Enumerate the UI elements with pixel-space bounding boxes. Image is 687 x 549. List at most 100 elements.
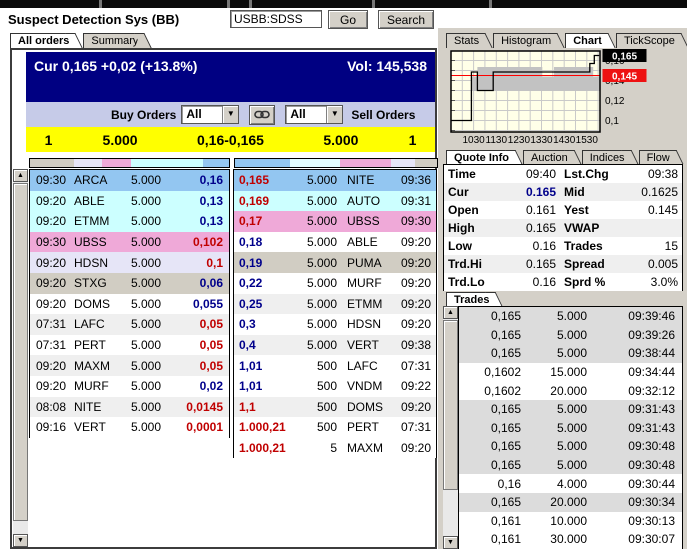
trades-scrollbar[interactable]: ▲ ▼: [443, 306, 458, 549]
svg-text:1130: 1130: [486, 135, 508, 146]
order-price: 0,055: [192, 296, 223, 311]
order-venue: AUTO: [347, 193, 381, 208]
buy-order-row[interactable]: 08:08 NITE 5.000 0,0145: [30, 396, 229, 418]
order-venue: MAXM: [347, 441, 383, 456]
trade-row[interactable]: 0,1602 20.000 09:32:12: [459, 381, 682, 400]
trade-row[interactable]: 0,165 5.000 09:30:48: [459, 455, 682, 475]
strip-divider: [489, 0, 492, 8]
trade-row[interactable]: 0,1602 15.000 09:34:44: [459, 362, 682, 382]
buy-order-row[interactable]: 09:20 HDSN 5.000 0,1: [30, 252, 229, 273]
quote-tab[interactable]: Flow: [638, 150, 674, 164]
order-price: 0,165: [239, 173, 270, 188]
buy-order-row[interactable]: 09:20 DOMS 5.000 0,055: [30, 293, 229, 315]
sell-order-row[interactable]: 1.000,21 500 PERT 07:31: [234, 417, 436, 438]
sell-order-row[interactable]: 0,19 5.000 PUMA 09:20: [234, 252, 436, 273]
sell-order-row[interactable]: 1.000,21 5 MAXM 09:20: [234, 437, 436, 459]
analysis-tab[interactable]: Histogram: [493, 33, 556, 48]
buy-order-row[interactable]: 09:20 MURF 5.000 0,02: [30, 375, 229, 397]
sell-order-row[interactable]: 0,165 5.000 NITE 09:36: [234, 170, 436, 191]
legend-segment: [203, 159, 229, 167]
scrollbar-thumb[interactable]: [13, 183, 28, 521]
legend-segment: [235, 159, 290, 167]
sell-order-row[interactable]: 0,22 5.000 MURF 09:20: [234, 272, 436, 294]
svg-text:1530: 1530: [576, 135, 599, 146]
buy-order-row[interactable]: 09:20 MAXM 5.000 0,05: [30, 355, 229, 376]
sell-order-row[interactable]: 0,17 5.000 UBSS 09:30: [234, 211, 436, 232]
link-orders-button[interactable]: [249, 104, 276, 125]
buy-order-row[interactable]: 09:20 STXG 5.000 0,06: [30, 272, 229, 294]
trade-row[interactable]: 0,161 30.000 09:30:07: [459, 530, 682, 549]
trade-row[interactable]: 0,16 4.000 09:30:44: [459, 474, 682, 493]
analysis-tab[interactable]: Stats: [446, 33, 484, 48]
order-size: 5.000: [306, 338, 337, 353]
sell-order-row[interactable]: 1,01 500 VNDM 09:22: [234, 375, 436, 397]
orderbook-tab[interactable]: All orders: [10, 33, 74, 48]
order-price: 0,05: [199, 317, 223, 332]
search-button[interactable]: Search: [378, 10, 434, 29]
sell-depth-legend: [234, 158, 438, 168]
buy-order-row[interactable]: 07:31 PERT 5.000 0,05: [30, 334, 229, 356]
go-button[interactable]: Go: [328, 10, 368, 29]
order-size: 500: [316, 420, 337, 435]
trade-size: 10.000: [550, 513, 587, 528]
trade-price: 0,165: [490, 495, 521, 510]
buy-order-row[interactable]: 09:30 ARCA 5.000 0,16: [30, 170, 229, 191]
sell-order-row[interactable]: 0,3 5.000 HDSN 09:20: [234, 314, 436, 335]
orderbook-tab[interactable]: Summary: [83, 33, 143, 48]
trade-row[interactable]: 0,161 10.000 09:30:13: [459, 511, 682, 531]
sell-order-row[interactable]: 1,01 500 LAFC 07:31: [234, 355, 436, 376]
chevron-down-icon[interactable]: ▼: [222, 106, 239, 123]
buy-filter-dropdown[interactable]: All ▼: [181, 105, 240, 124]
orderbook-scrollbar[interactable]: ▲ ▼: [13, 169, 28, 547]
quote-tab[interactable]: Quote Info: [446, 150, 513, 164]
sell-order-row[interactable]: 0,169 5.000 AUTO 09:31: [234, 190, 436, 212]
buy-order-row[interactable]: 09:20 ETMM 5.000 0,13: [30, 211, 229, 232]
trade-row[interactable]: 0,165 5.000 09:38:44: [459, 344, 682, 363]
scroll-up-button[interactable]: ▲: [13, 169, 28, 182]
scroll-up-button[interactable]: ▲: [443, 306, 458, 319]
order-price: 0,13: [199, 193, 223, 208]
sell-order-row[interactable]: 0,25 5.000 ETMM 09:20: [234, 293, 436, 315]
trade-time: 09:30:48: [628, 458, 675, 473]
sell-order-row[interactable]: 1,1 500 DOMS 09:20: [234, 396, 436, 418]
scroll-down-button[interactable]: ▼: [443, 536, 458, 549]
trade-price: 0,165: [490, 309, 521, 324]
order-size: 5.000: [130, 255, 161, 270]
symbol-input[interactable]: [230, 10, 322, 28]
trade-row[interactable]: 0,165 5.000 09:39:26: [459, 325, 682, 345]
analysis-tab[interactable]: Chart: [565, 33, 606, 48]
sell-orders-label: Sell Orders: [351, 107, 416, 122]
trade-row[interactable]: 0,165 5.000 09:39:46: [459, 307, 682, 326]
trade-row[interactable]: 0,165 5.000 09:31:43: [459, 399, 682, 419]
trade-row[interactable]: 0,165 5.000 09:31:43: [459, 418, 682, 438]
sell-order-row[interactable]: 0,4 5.000 VERT 09:38: [234, 334, 436, 356]
trade-row[interactable]: 0,165 20.000 09:30:34: [459, 492, 682, 512]
buy-order-row[interactable]: 09:16 VERT 5.000 0,0001: [30, 417, 229, 438]
order-venue: NITE: [347, 173, 375, 188]
sell-order-row[interactable]: 0,18 5.000 ABLE 09:20: [234, 231, 436, 253]
quote-header: Cur 0,165 +0,02 (+13.8%) Vol: 145,538: [26, 52, 435, 102]
buy-order-row[interactable]: 09:20 ABLE 5.000 0,13: [30, 190, 229, 212]
trade-row[interactable]: 0,165 5.000 09:30:48: [459, 437, 682, 456]
analysis-tab[interactable]: TickScope: [615, 33, 679, 48]
scroll-down-button[interactable]: ▼: [13, 534, 28, 547]
trade-time: 09:31:43: [628, 402, 675, 417]
quote-tab[interactable]: Auction: [523, 150, 572, 164]
order-price: 0,4: [239, 338, 256, 353]
trade-size: 20.000: [550, 495, 587, 510]
sell-filter-dropdown[interactable]: All ▼: [285, 105, 344, 124]
quote-value: 0.16: [532, 239, 556, 253]
quote-label: Time: [448, 167, 476, 181]
order-price: 0,05: [199, 338, 223, 353]
order-price: 0,169: [239, 193, 270, 208]
buy-order-row[interactable]: 09:30 UBSS 5.000 0,102: [30, 231, 229, 253]
svg-text:1430: 1430: [553, 135, 576, 146]
chevron-down-icon[interactable]: ▼: [326, 106, 343, 123]
trades-table: 0,165 5.000 09:39:46 0,165 5.000 09:39:2…: [458, 306, 683, 549]
order-size: 5: [330, 441, 337, 456]
order-size: 5.000: [306, 255, 337, 270]
quote-tab[interactable]: Indices: [581, 150, 629, 164]
buy-order-row[interactable]: 07:31 LAFC 5.000 0,05: [30, 314, 229, 335]
scrollbar-thumb[interactable]: [443, 320, 458, 490]
trades-tab[interactable]: Trades: [446, 292, 494, 306]
